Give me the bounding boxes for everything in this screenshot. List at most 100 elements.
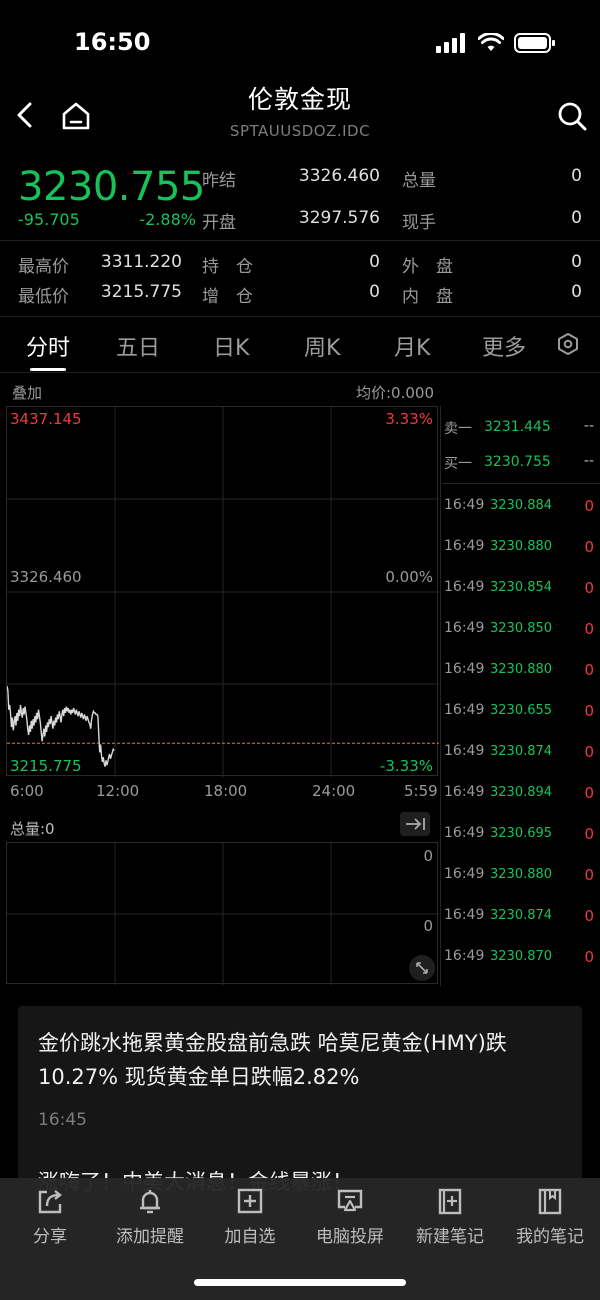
search-icon <box>558 102 587 131</box>
trade-time: 16:49 <box>444 579 485 595</box>
trade-volume: 0 <box>584 538 594 556</box>
fullscreen-button[interactable] <box>409 955 435 981</box>
price-series-line <box>7 685 115 767</box>
arrow-to-right-icon <box>406 818 425 830</box>
trade-time: 16:49 <box>444 784 485 800</box>
bid1-volume: -- <box>583 453 594 469</box>
x-tick-0: 6:00 <box>10 782 44 800</box>
tabs-bottom-divider <box>0 372 600 373</box>
trade-row: 16:49 3230.695 0 <box>444 825 596 845</box>
chart-settings-button[interactable] <box>556 332 580 356</box>
trade-price: 3230.880 <box>490 539 553 554</box>
trade-volume: 0 <box>584 866 594 884</box>
tabs-top-divider <box>0 316 600 317</box>
trade-price: 3230.655 <box>490 703 553 718</box>
trade-time: 16:49 <box>444 948 485 964</box>
inner-volume-value: 0 <box>571 282 582 302</box>
share-button[interactable]: 分享 <box>0 1184 100 1247</box>
trade-volume: 0 <box>584 743 594 761</box>
notebook-icon <box>538 1188 562 1215</box>
trade-row: 16:49 3230.870 0 <box>444 948 596 968</box>
trade-row: 16:49 3230.850 0 <box>444 620 596 640</box>
expand-icon <box>416 962 428 974</box>
ask1-volume: -- <box>583 418 594 434</box>
current-volume-label: 现手 <box>402 213 436 233</box>
bid1-price: 3230.755 <box>484 454 551 470</box>
prev-close-value: 3326.460 <box>298 166 380 186</box>
volume-total-label: 总量:0 <box>10 820 55 838</box>
cast-icon <box>337 1189 363 1212</box>
signal-icon <box>436 33 465 53</box>
trade-price: 3230.880 <box>490 662 553 677</box>
right-panel-divider <box>440 406 441 986</box>
bid1-label: 买一 <box>444 456 472 472</box>
trade-time: 16:49 <box>444 866 485 882</box>
bell-icon <box>140 1190 160 1214</box>
trade-price: 3230.695 <box>490 826 553 841</box>
outer-volume-label: 外 盘 <box>402 257 453 277</box>
trade-time: 16:49 <box>444 538 485 554</box>
add-watchlist-button[interactable]: 加自选 <box>200 1184 300 1247</box>
x-tick-1: 12:00 <box>96 782 140 800</box>
x-tick-4: 5:59 <box>404 782 438 800</box>
battery-icon <box>514 33 555 53</box>
volume-axis-top: 0 <box>423 847 433 865</box>
x-tick-3: 24:00 <box>312 782 356 800</box>
inner-volume-label: 内 盘 <box>402 287 453 307</box>
trade-time: 16:49 <box>444 702 485 718</box>
x-tick-2: 18:00 <box>204 782 248 800</box>
trade-row: 16:49 3230.880 0 <box>444 866 596 886</box>
pct-axis-top-label: 3.33% <box>385 410 433 428</box>
volume-axis-mid: 0 <box>423 917 433 935</box>
collapse-indicator-button[interactable] <box>400 812 430 836</box>
ask1-label: 卖一 <box>444 421 472 437</box>
tab-more[interactable]: 更多 <box>482 330 526 362</box>
trade-volume: 0 <box>584 702 594 720</box>
intraday-chart-svg <box>7 407 439 777</box>
trade-price: 3230.884 <box>490 498 553 513</box>
total-volume-label: 总量 <box>402 171 436 191</box>
trade-row: 16:49 3230.854 0 <box>444 579 596 599</box>
trade-volume: 0 <box>584 948 594 966</box>
tab-daily-k[interactable]: 日K <box>213 330 249 362</box>
current-volume-value: 0 <box>571 208 582 228</box>
new-note-button[interactable]: 新建笔记 <box>400 1184 500 1247</box>
trade-time: 16:49 <box>444 661 485 677</box>
new-note-label: 新建笔记 <box>416 1227 484 1247</box>
news-headline[interactable]: 金价跳水拖累黄金股盘前急跌 哈莫尼黄金(HMY)跌10.27% 现货黄金单日跌幅… <box>38 1026 566 1094</box>
volume-chart[interactable]: 0 0 <box>6 842 439 985</box>
high-label: 最高价 <box>18 257 69 277</box>
open-label: 开盘 <box>202 213 236 233</box>
trade-row: 16:49 3230.880 0 <box>444 661 596 681</box>
my-notes-label: 我的笔记 <box>516 1227 584 1247</box>
my-notes-button[interactable]: 我的笔记 <box>500 1184 600 1247</box>
tab-monthly-k[interactable]: 月K <box>394 330 430 362</box>
home-indicator <box>194 1279 406 1286</box>
share-icon <box>38 1190 62 1214</box>
trade-row: 16:49 3230.874 0 <box>444 907 596 927</box>
tab-five-day[interactable]: 五日 <box>116 330 160 362</box>
average-price-label: 均价:0.000 <box>356 384 434 402</box>
trade-time: 16:49 <box>444 907 485 923</box>
ask1-price: 3231.445 <box>484 419 551 435</box>
volume-grid <box>7 843 439 985</box>
trade-price: 3230.850 <box>490 621 553 636</box>
low-label: 最低价 <box>18 287 69 307</box>
overlay-button[interactable]: 叠加 <box>12 382 42 403</box>
tab-intraday[interactable]: 分时 <box>26 330 70 362</box>
trade-price: 3230.870 <box>490 949 553 964</box>
add-alert-button[interactable]: 添加提醒 <box>100 1184 200 1247</box>
trade-volume: 0 <box>584 661 594 679</box>
trade-volume: 0 <box>584 497 594 515</box>
trade-volume: 0 <box>584 579 594 597</box>
intraday-chart[interactable]: 3437.145 3.33% 3326.460 0.00% 3215.775 -… <box>6 406 439 777</box>
search-button[interactable] <box>556 100 588 132</box>
trade-row: 16:49 3230.884 0 <box>444 497 596 517</box>
tab-weekly-k[interactable]: 周K <box>304 330 340 362</box>
screen-cast-button[interactable]: 电脑投屏 <box>300 1184 400 1247</box>
new-note-icon <box>438 1188 462 1215</box>
change-percent: -2.88% <box>139 210 196 229</box>
trade-time: 16:49 <box>444 620 485 636</box>
trade-price: 3230.854 <box>490 580 553 595</box>
trade-price: 3230.880 <box>490 867 553 882</box>
